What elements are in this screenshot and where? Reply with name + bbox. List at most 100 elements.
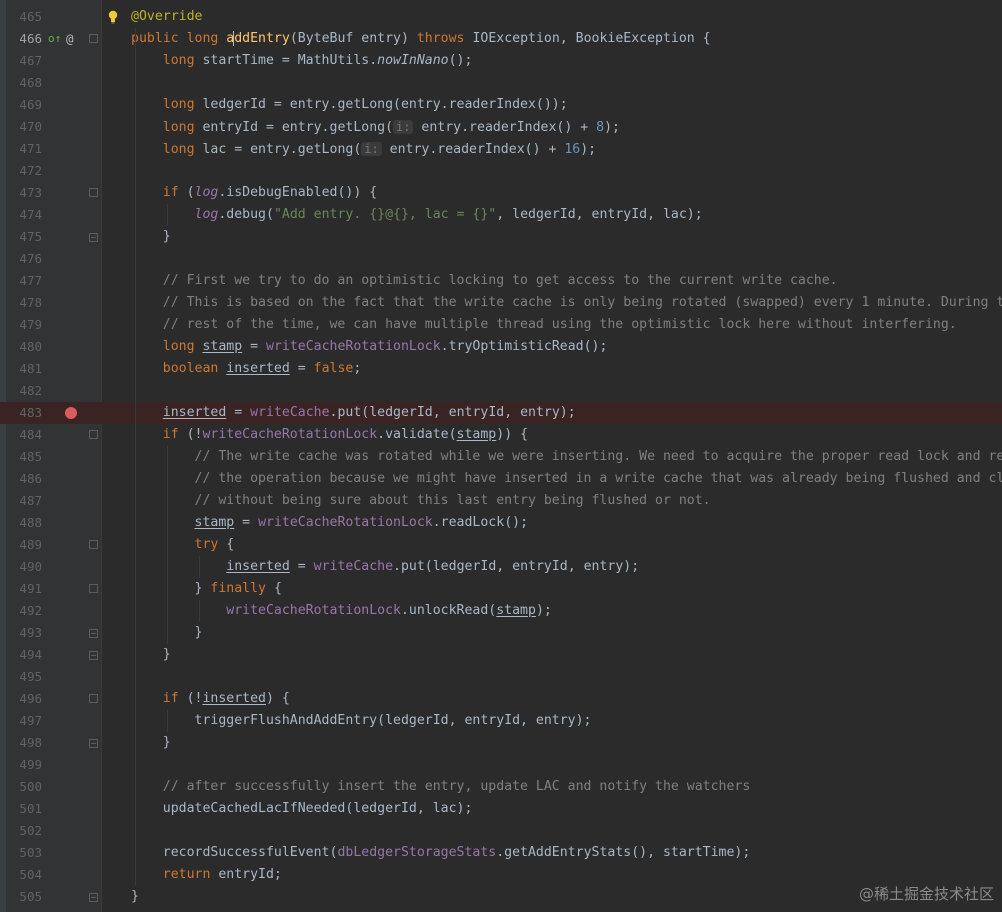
fold-start-icon[interactable] [89, 34, 98, 43]
line-number[interactable]: 471 [6, 138, 42, 160]
line-number[interactable]: 477 [6, 270, 42, 292]
code-line[interactable]: 492 writeCacheRotationLock.unlockRead(st… [0, 600, 1002, 622]
code-line[interactable]: 498 } [0, 732, 1002, 754]
code-line[interactable]: 465 @Override [0, 6, 1002, 28]
line-number[interactable]: 490 [6, 556, 42, 578]
line-number[interactable]: 474 [6, 204, 42, 226]
code-line[interactable]: 474 log.debug("Add entry. {}@{}, lac = {… [0, 204, 1002, 226]
line-number[interactable]: 501 [6, 798, 42, 820]
line-number[interactable]: 476 [6, 248, 42, 270]
code-line[interactable]: 488 stamp = writeCacheRotationLock.readL… [0, 512, 1002, 534]
code-line[interactable]: 486 // the operation because we might ha… [0, 468, 1002, 490]
code-line[interactable]: 494 } [0, 644, 1002, 666]
fold-end-icon[interactable] [89, 893, 98, 902]
code-line[interactable]: 476 [0, 248, 1002, 270]
line-number[interactable]: 466 [6, 28, 42, 50]
fold-start-icon[interactable] [89, 430, 98, 439]
line-number[interactable]: 500 [6, 776, 42, 798]
line-number[interactable]: 478 [6, 292, 42, 314]
fold-end-icon[interactable] [89, 739, 98, 748]
line-number[interactable]: 505 [6, 886, 42, 908]
line-number[interactable]: 475 [6, 226, 42, 248]
code-line[interactable]: 491 } finally { [0, 578, 1002, 600]
line-number[interactable]: 487 [6, 490, 42, 512]
line-number[interactable]: 496 [6, 688, 42, 710]
fold-start-icon[interactable] [89, 540, 98, 549]
code-line[interactable]: 480 long stamp = writeCacheRotationLock.… [0, 336, 1002, 358]
line-number[interactable]: 472 [6, 160, 42, 182]
annotation-icon[interactable]: @ [66, 28, 74, 50]
code-line[interactable]: 478 // This is based on the fact that th… [0, 292, 1002, 314]
line-number[interactable]: 484 [6, 424, 42, 446]
code-line[interactable]: 497 triggerFlushAndAddEntry(ledgerId, en… [0, 710, 1002, 732]
line-number[interactable]: 467 [6, 50, 42, 72]
code-line[interactable]: 490 inserted = writeCache.put(ledgerId, … [0, 556, 1002, 578]
code-line[interactable]: 503 recordSuccessfulEvent(dbLedgerStorag… [0, 842, 1002, 864]
line-number[interactable]: 497 [6, 710, 42, 732]
code-line[interactable]: 470 long entryId = entry.getLong(i: entr… [0, 116, 1002, 138]
line-number[interactable]: 495 [6, 666, 42, 688]
line-number[interactable]: 485 [6, 446, 42, 468]
code-line[interactable]: 467 long startTime = MathUtils.nowInNano… [0, 50, 1002, 72]
line-number[interactable]: 488 [6, 512, 42, 534]
line-number[interactable]: 468 [6, 72, 42, 94]
code-line[interactable]: 501 updateCachedLacIfNeeded(ledgerId, la… [0, 798, 1002, 820]
code-editor[interactable]: 465 @Override 466 o↑ @ public long addEntry(B… [0, 0, 1002, 912]
line-number[interactable]: 489 [6, 534, 42, 556]
code-line[interactable]: 468 [0, 72, 1002, 94]
code-text: @Override [131, 6, 202, 28]
code-line[interactable]: 481 boolean inserted = false; [0, 358, 1002, 380]
code-line[interactable]: 479 // rest of the time, we can have mul… [0, 314, 1002, 336]
line-number[interactable]: 481 [6, 358, 42, 380]
code-line[interactable]: 504 return entryId; [0, 864, 1002, 886]
fold-start-icon[interactable] [89, 584, 98, 593]
code-line[interactable]: 471 long lac = entry.getLong(i: entry.re… [0, 138, 1002, 160]
code-line[interactable]: 505} [0, 886, 1002, 908]
code-line[interactable]: 472 [0, 160, 1002, 182]
code-line[interactable]: 496 if (!inserted) { [0, 688, 1002, 710]
code-line[interactable]: 499 [0, 754, 1002, 776]
code-line[interactable]: 487 // without being sure about this las… [0, 490, 1002, 512]
breakpoint-icon[interactable] [65, 407, 77, 419]
line-number[interactable]: 503 [6, 842, 42, 864]
line-number[interactable]: 494 [6, 644, 42, 666]
line-number[interactable]: 482 [6, 380, 42, 402]
code-line[interactable]: 495 [0, 666, 1002, 688]
code-line[interactable]: 484 if (!writeCacheRotationLock.validate… [0, 424, 1002, 446]
code-line[interactable]: 493 } [0, 622, 1002, 644]
line-number[interactable]: 465 [6, 6, 42, 28]
fold-end-icon[interactable] [89, 629, 98, 638]
lightbulb-icon[interactable] [108, 10, 118, 24]
code-line[interactable]: 502 [0, 820, 1002, 842]
code-line[interactable]: 473 if (log.isDebugEnabled()) { [0, 182, 1002, 204]
line-number[interactable]: 498 [6, 732, 42, 754]
code-line[interactable]: 500 // after successfully insert the ent… [0, 776, 1002, 798]
fold-end-icon[interactable] [89, 233, 98, 242]
fold-start-icon[interactable] [89, 694, 98, 703]
line-number[interactable]: 483 [6, 402, 42, 424]
line-number[interactable]: 504 [6, 864, 42, 886]
fold-end-icon[interactable] [89, 651, 98, 660]
implements-method-icon[interactable]: o↑ [48, 30, 61, 48]
line-number[interactable]: 502 [6, 820, 42, 842]
line-number[interactable]: 473 [6, 182, 42, 204]
line-number[interactable]: 499 [6, 754, 42, 776]
code-token: = [226, 405, 251, 420]
fold-start-icon[interactable] [89, 188, 98, 197]
line-number[interactable]: 479 [6, 314, 42, 336]
line-number[interactable]: 470 [6, 116, 42, 138]
line-number[interactable]: 492 [6, 600, 42, 622]
line-number[interactable]: 486 [6, 468, 42, 490]
line-number[interactable]: 469 [6, 94, 42, 116]
code-line[interactable]: 469 long ledgerId = entry.getLong(entry.… [0, 94, 1002, 116]
line-number[interactable]: 480 [6, 336, 42, 358]
code-line[interactable]: 483 inserted = writeCache.put(ledgerId, … [0, 402, 1002, 424]
code-line[interactable]: 475 } [0, 226, 1002, 248]
code-line[interactable]: 477 // First we try to do an optimistic … [0, 270, 1002, 292]
code-line[interactable]: 482 [0, 380, 1002, 402]
code-line[interactable]: 466 o↑ @ public long addEntry(ByteBuf entry… [0, 28, 1002, 50]
code-line[interactable]: 485 // The write cache was rotated while… [0, 446, 1002, 468]
code-line[interactable]: 489 try { [0, 534, 1002, 556]
line-number[interactable]: 491 [6, 578, 42, 600]
line-number[interactable]: 493 [6, 622, 42, 644]
